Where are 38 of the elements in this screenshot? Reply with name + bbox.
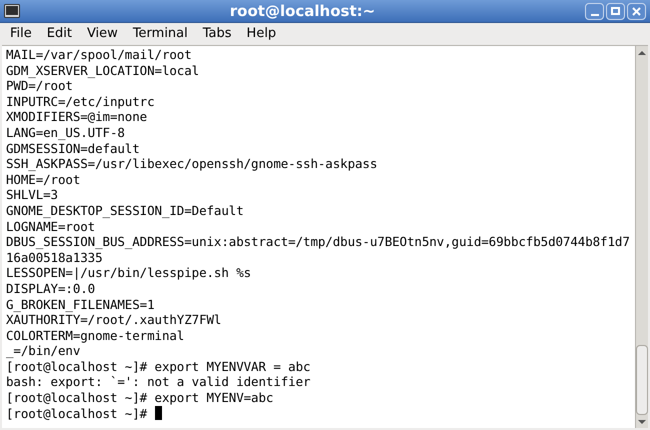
terminal-line: SSH_ASKPASS=/usr/libexec/openssh/gnome-ssh-askpass — [6, 156, 378, 172]
terminal-line: [root@localhost ~]# export MYENV=abc — [6, 390, 274, 406]
terminal-line: 16a00518a1335 — [6, 250, 103, 266]
terminal-line: GDM_XSERVER_LOCATION=local — [6, 62, 200, 78]
menu-item[interactable]: Terminal — [132, 24, 188, 44]
terminal-line: GNOME_DESKTOP_SESSION_ID=Default — [6, 202, 244, 219]
terminal-line: LESSOPEN=|/usr/bin/lesspipe.sh %s — [6, 265, 252, 281]
minimize-button[interactable] — [585, 2, 604, 20]
terminal-line: DISPLAY=:0.0 — [6, 280, 96, 296]
terminal-line: MAIL=/var/spool/mail/root — [6, 47, 192, 63]
terminal-line: G_BROKEN_FILENAMES=1 — [6, 296, 155, 312]
maximize-button[interactable] — [606, 2, 625, 20]
terminal-line: XAUTHORITY=/root/.xauthYZ7FWl — [6, 312, 222, 328]
terminal-line: LANG=en_US.UTF-8 — [6, 124, 125, 141]
menu-item[interactable]: View — [86, 24, 118, 44]
terminal-line: XMODIFIERS=@im=none — [6, 109, 148, 125]
menu-item[interactable]: Tabs — [202, 24, 232, 44]
terminal-line: INPUTRC=/etc/inputrc — [6, 94, 155, 110]
menu-item[interactable]: Help — [246, 24, 276, 44]
terminal-icon[interactable] — [4, 4, 20, 18]
terminal-line: PWD=/root — [6, 78, 73, 94]
terminal-line: SHLVL=3 — [6, 187, 58, 203]
menu-item[interactable]: File — [10, 24, 32, 44]
window-title: root@localhost:~ — [230, 0, 376, 22]
terminal-line: _=/bin/env — [6, 343, 80, 359]
terminal-line: LOGNAME=root — [6, 218, 96, 234]
scroll-thumb[interactable] — [636, 345, 648, 415]
scrollbar[interactable] — [635, 46, 648, 428]
terminal-line: COLORTERM=gnome-terminal — [6, 328, 184, 344]
close-icon — [632, 6, 641, 16]
terminal-line: HOME=/root — [6, 172, 80, 188]
terminal-line: [root@localhost ~]# — [6, 406, 148, 422]
terminal-line: GDMSESSION=default — [6, 140, 140, 156]
menu-item[interactable]: Edit — [46, 24, 72, 44]
terminal-line: bash: export: `=': not a valid identifier — [6, 374, 310, 390]
terminal-line: [root@localhost ~]# export MYENVVAR = abc — [6, 358, 310, 374]
close-button[interactable] — [627, 2, 646, 20]
terminal-line: DBUS_SESSION_BUS_ADDRESS=unix:abstract=/tmp/dbus-u7BEOtn5nv,guid=69bbcfb5d0744b8f1d7 — [6, 234, 630, 250]
